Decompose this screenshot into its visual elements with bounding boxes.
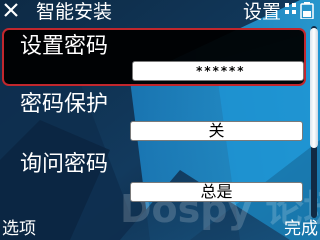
options-softkey[interactable]: 选项 xyxy=(2,218,36,240)
status-bar: 智能安装 设置 xyxy=(0,0,320,24)
setting-label: 设置密码 xyxy=(20,34,109,59)
setting-item-set-password[interactable]: 设置密码 ****** xyxy=(2,28,306,86)
battery-icon xyxy=(300,2,314,19)
exit-icon[interactable] xyxy=(3,2,19,18)
setting-item-password-protection[interactable]: 密码保护 关 xyxy=(0,88,308,146)
setting-item-ask-password[interactable]: 询问密码 总是 xyxy=(0,148,308,206)
setting-label: 询问密码 xyxy=(20,152,109,177)
view-title: 设置 xyxy=(243,1,282,23)
password-value-field[interactable]: ****** xyxy=(132,61,304,81)
app-title: 智能安装 xyxy=(36,1,113,23)
password-protection-value[interactable]: 关 xyxy=(130,121,303,141)
scrollbar[interactable] xyxy=(310,26,318,218)
ask-password-value[interactable]: 总是 xyxy=(130,182,303,202)
screen: Dospy 论坛 智能安装 设置 设置密码 ****** 密码保护 关 询问密码… xyxy=(0,0,320,240)
indicator-icon xyxy=(285,3,296,14)
done-softkey[interactable]: 完成 xyxy=(284,218,318,240)
scrollbar-thumb[interactable] xyxy=(310,28,318,148)
setting-label: 密码保护 xyxy=(20,92,109,117)
softkey-bar: 选项 完成 xyxy=(0,218,320,240)
